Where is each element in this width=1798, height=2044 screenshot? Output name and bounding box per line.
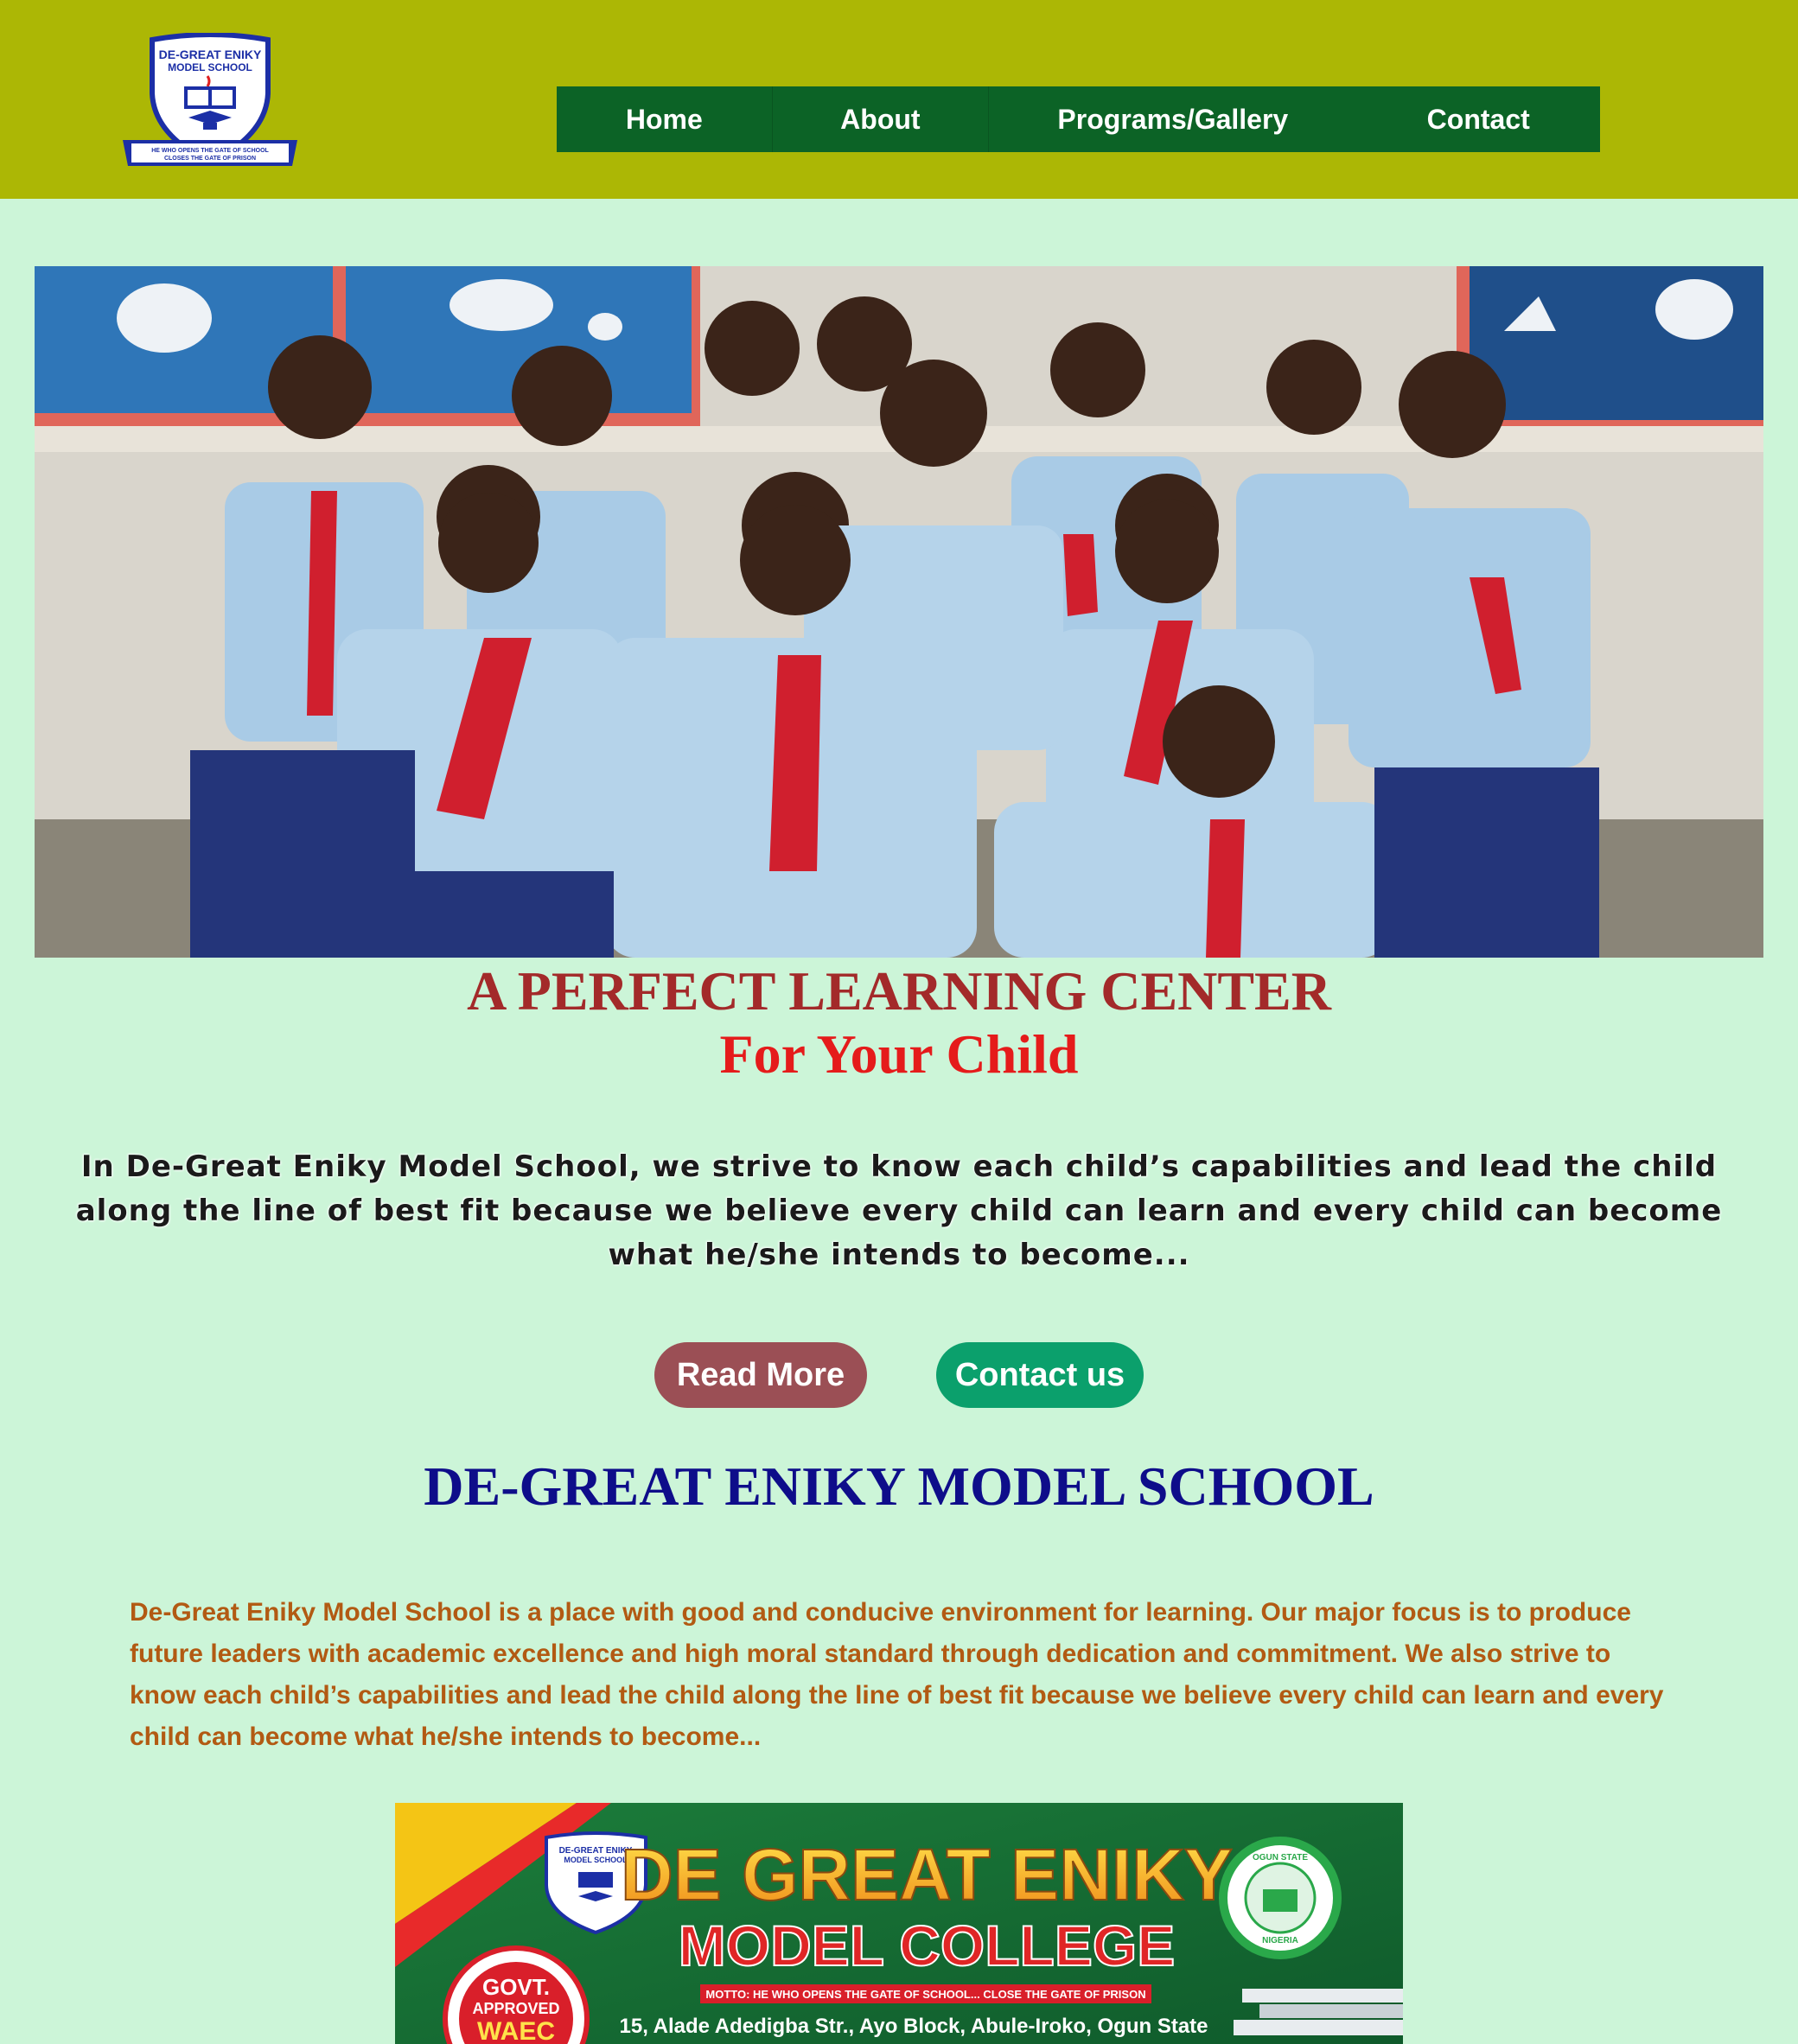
logo-motto-line2: CLOSES THE GATE OF PRISON <box>164 156 256 162</box>
banner-address: 15, Alade Adedigba Str., Ayo Block, Abul… <box>620 2015 1208 2038</box>
seal-bottom-text: NIGERIA <box>1262 1936 1298 1945</box>
top-header: DE-GREAT ENIKY MODEL SCHOOL HE WHO OPENS… <box>0 0 1798 199</box>
read-more-button[interactable]: Read More <box>654 1342 867 1408</box>
school-title: DE-GREAT ENIKY MODEL SCHOOL <box>424 1455 1374 1517</box>
logo-name-line1: DE-GREAT ENIKY <box>159 48 262 61</box>
banner-title-line1: DE GREAT ENIKY <box>621 1834 1233 1915</box>
banner-title-line2: MODEL COLLEGE <box>679 1913 1175 1977</box>
nav-contact[interactable]: Contact <box>1356 86 1600 152</box>
college-banner: DE-GREAT ENIKY MODEL SCHOOL DE GREAT ENI… <box>395 1803 1403 2044</box>
hero-headline: A PERFECT LEARNING CENTER <box>467 960 1331 1022</box>
hero-image <box>35 266 1763 958</box>
college-banner-graphic: DE-GREAT ENIKY MODEL SCHOOL DE GREAT ENI… <box>395 1803 1403 2044</box>
hero-subheadline: For Your Child <box>719 1023 1079 1085</box>
seal-top-text: OGUN STATE <box>1253 1853 1308 1863</box>
logo-name-line2: MODEL SCHOOL <box>168 61 252 73</box>
badge-line2: APPROVED <box>472 2000 559 2017</box>
badge-line1: GOVT. <box>482 1974 550 2000</box>
school-crest-icon: DE-GREAT ENIKY MODEL SCHOOL HE WHO OPENS… <box>123 33 297 166</box>
about-text: De-Great Eniky Model School is a place w… <box>130 1598 1664 1751</box>
school-logo[interactable]: DE-GREAT ENIKY MODEL SCHOOL HE WHO OPENS… <box>119 33 301 171</box>
badge-line3: WAEC <box>477 2017 555 2044</box>
main-nav: Home About Programs/Gallery Contact <box>557 86 1600 152</box>
hero-intro-text: In De-Great Eniky Model School, we striv… <box>75 1149 1723 1272</box>
students-group-photo <box>35 266 1763 958</box>
nav-home[interactable]: Home <box>557 86 773 152</box>
banner-crest-line2: MODEL SCHOOL <box>564 1856 628 1864</box>
logo-motto-line1: HE WHO OPENS THE GATE OF SCHOOL <box>151 148 269 154</box>
contact-us-button[interactable]: Contact us <box>936 1342 1144 1408</box>
banner-motto: MOTTO: HE WHO OPENS THE GATE OF SCHOOL..… <box>705 1988 1145 2001</box>
ogun-state-seal-icon: OGUN STATE NIGERIA <box>1219 1837 1342 1959</box>
nav-about[interactable]: About <box>773 86 990 152</box>
nav-programs-gallery[interactable]: Programs/Gallery <box>989 86 1356 152</box>
